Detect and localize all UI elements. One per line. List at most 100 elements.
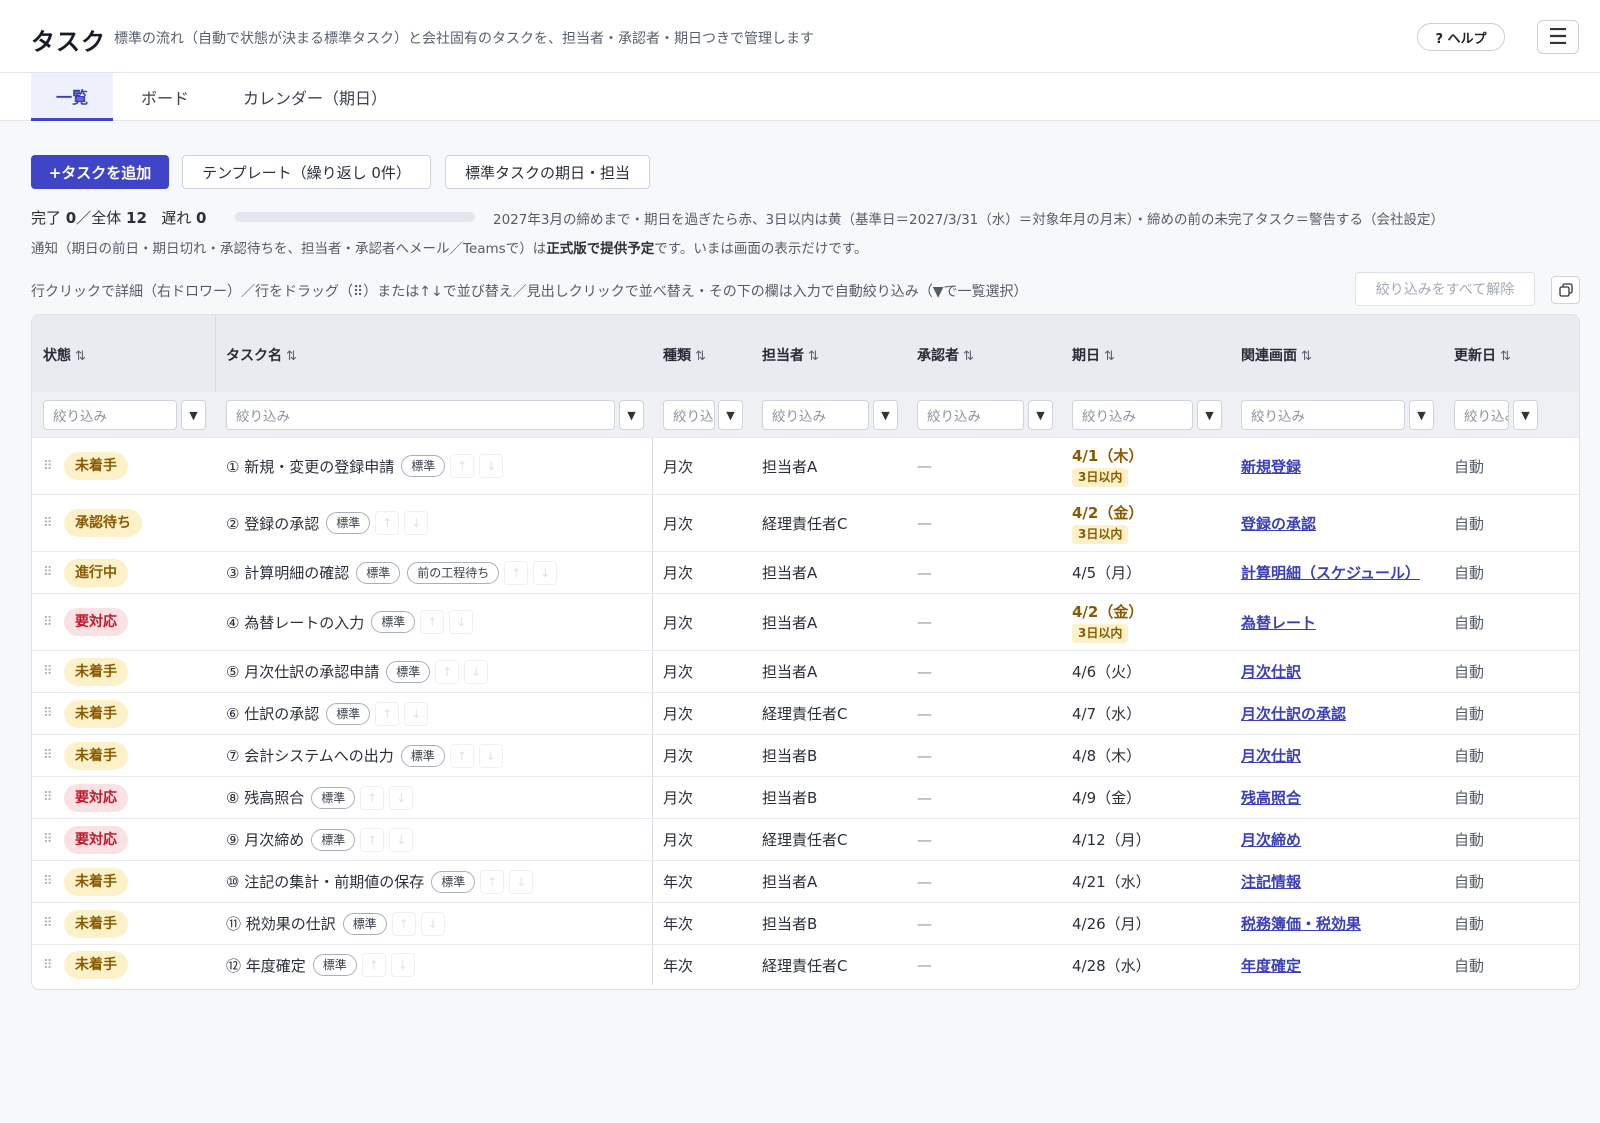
task-name[interactable]: ④ 為替レートの入力 [226,612,364,633]
col-approver-header[interactable]: 承認者 ⇅ [917,345,974,365]
filter-name-dropdown[interactable]: ▼ [619,400,644,430]
col-due-header[interactable]: 期日 ⇅ [1072,345,1115,365]
task-name[interactable]: ⑦ 会計システムへの出力 [226,745,394,766]
filter-assignee-input[interactable]: 絞り込み [762,400,869,430]
table-row[interactable]: ⠿ 未着手 ⑤ 月次仕訳の承認申請 標準 ↑ ↓ 月次 担当者A — 4/6（火） 月次仕訳 自動 [32,650,1579,692]
table-row[interactable]: ⠿ 未着手 ① 新規・変更の登録申請 標準 ↑ ↓ 月次 担当者A — 4/1（木） 3日以内 新規登… [32,437,1579,494]
table-row[interactable]: ⠿ 未着手 ⑪ 税効果の仕訳 標準 ↑ ↓ 年次 担当者B — 4/26（月） 税務簿価・税効果 自動 [32,902,1579,944]
task-name[interactable]: ⑥ 仕訳の承認 [226,703,319,724]
move-down-button[interactable]: ↓ [479,454,504,478]
table-row[interactable]: ⠿ 未着手 ⑩ 注記の集計・前期値の保存 標準 ↑ ↓ 年次 担当者A — 4/21（水） 注記情報… [32,860,1579,902]
tab-list[interactable]: 一覧 [31,73,113,121]
filter-screen-dropdown[interactable]: ▼ [1409,400,1434,430]
clear-filters-button[interactable]: 絞り込みをすべて解除 [1355,272,1535,306]
standard-task-settings-button[interactable]: 標準タスクの期日・担当 [445,155,650,189]
move-down-button[interactable]: ↓ [509,869,534,894]
drag-handle-icon[interactable]: ⠿ [43,819,53,860]
drag-handle-icon[interactable]: ⠿ [43,552,53,593]
move-up-button[interactable]: ↑ [449,743,474,768]
task-name[interactable]: ⑤ 月次仕訳の承認申請 [226,661,379,682]
task-name[interactable]: ⑫ 年度確定 [226,955,306,976]
move-down-button[interactable]: ↓ [404,701,429,726]
move-up-button[interactable]: ↑ [360,827,385,852]
move-down-button[interactable]: ↓ [390,953,415,977]
col-assignee-header[interactable]: 担当者 ⇅ [762,345,819,365]
related-screen-link[interactable]: 残高照合 [1241,777,1301,818]
col-screen-header[interactable]: 関連画面 ⇅ [1241,345,1312,365]
move-up-button[interactable]: ↑ [420,610,445,634]
related-screen-link[interactable]: 月次仕訳の承認 [1241,693,1346,734]
col-name-header[interactable]: タスク名 ⇅ [226,345,297,365]
move-down-button[interactable]: ↓ [404,511,429,535]
table-row[interactable]: ⠿ 未着手 ⑥ 仕訳の承認 標準 ↑ ↓ 月次 経理責任者C — 4/7（水） 月次仕訳の承認 自動 [32,692,1579,734]
template-button[interactable]: テンプレート（繰り返し 0件） [182,155,431,189]
move-down-button[interactable]: ↓ [478,743,503,768]
drag-handle-icon[interactable]: ⠿ [43,693,53,734]
move-down-button[interactable]: ↓ [464,659,489,684]
move-down-button[interactable]: ↓ [389,785,414,810]
table-row[interactable]: ⠿ 要対応 ⑧ 残高照合 標準 ↑ ↓ 月次 担当者B — 4/9（金） 残高照合 自動 [32,776,1579,818]
filter-updated-input[interactable]: 絞り込み [1454,400,1509,430]
related-screen-link[interactable]: 税務簿価・税効果 [1241,903,1361,944]
move-up-button[interactable]: ↑ [375,701,400,726]
table-row[interactable]: ⠿ 要対応 ⑨ 月次締め 標準 ↑ ↓ 月次 経理責任者C — 4/12（月） 月次締め 自動 [32,818,1579,860]
move-up-button[interactable]: ↑ [450,454,475,478]
filter-screen-input[interactable]: 絞り込み [1241,400,1405,430]
move-up-button[interactable]: ↑ [504,560,529,585]
col-updated-header[interactable]: 更新日 ⇅ [1454,345,1511,365]
help-button[interactable]: ? ヘルプ [1417,23,1505,51]
copy-button[interactable] [1551,276,1580,304]
move-up-button[interactable]: ↑ [375,511,400,535]
table-row[interactable]: ⠿ 進行中 ③ 計算明細の確認 標準 前の工程待ち ↑ ↓ 月次 担当者A — 4/5（月） 計算明細… [32,551,1579,593]
related-screen-link[interactable]: 為替レート [1241,594,1316,650]
related-screen-link[interactable]: 月次仕訳 [1241,735,1301,776]
drag-handle-icon[interactable]: ⠿ [43,438,53,494]
move-up-button[interactable]: ↑ [435,659,460,684]
related-screen-link[interactable]: 登録の承認 [1241,495,1316,551]
related-screen-link[interactable]: 月次締め [1241,819,1301,860]
drag-handle-icon[interactable]: ⠿ [43,495,53,551]
filter-status-input[interactable]: 絞り込み [43,400,177,430]
col-status-header[interactable]: 状態 ⇅ [43,345,86,365]
task-name[interactable]: ③ 計算明細の確認 [226,562,349,583]
drag-handle-icon[interactable]: ⠿ [43,903,53,944]
filter-kind-input[interactable]: 絞り込み [663,400,715,430]
move-up-button[interactable]: ↑ [361,953,386,977]
filter-assignee-dropdown[interactable]: ▼ [873,400,898,430]
drag-handle-icon[interactable]: ⠿ [43,861,53,902]
table-row[interactable]: ⠿ 要対応 ④ 為替レートの入力 標準 ↑ ↓ 月次 担当者A — 4/2（金） 3日以内 為替レート… [32,593,1579,650]
move-down-button[interactable]: ↓ [449,610,474,634]
filter-due-dropdown[interactable]: ▼ [1197,400,1222,430]
drag-handle-icon[interactable]: ⠿ [43,945,53,985]
move-down-button[interactable]: ↓ [533,560,558,585]
filter-approver-dropdown[interactable]: ▼ [1028,400,1053,430]
drag-handle-icon[interactable]: ⠿ [43,651,53,692]
col-kind-header[interactable]: 種類 ⇅ [663,345,706,365]
move-up-button[interactable]: ↑ [391,911,416,936]
move-up-button[interactable]: ↑ [480,869,505,894]
tab-board[interactable]: ボード [125,73,205,121]
task-name[interactable]: ⑧ 残高照合 [226,787,304,808]
table-row[interactable]: ⠿ 承認待ち ② 登録の承認 標準 ↑ ↓ 月次 経理責任者C — 4/2（金） 3日以内 登録の承認… [32,494,1579,551]
filter-name-input[interactable]: 絞り込み [226,400,615,430]
filter-approver-input[interactable]: 絞り込み [917,400,1024,430]
filter-updated-dropdown[interactable]: ▼ [1513,400,1538,430]
related-screen-link[interactable]: 計算明細（スケジュール） [1241,552,1420,593]
tab-calendar[interactable]: カレンダー（期日） [230,73,400,121]
drag-handle-icon[interactable]: ⠿ [43,777,53,818]
table-row[interactable]: ⠿ 未着手 ⑦ 会計システムへの出力 標準 ↑ ↓ 月次 担当者B — 4/8（木） 月次仕訳 自動 [32,734,1579,776]
task-name[interactable]: ⑨ 月次締め [226,829,304,850]
table-row[interactable]: ⠿ 未着手 ⑫ 年度確定 標準 ↑ ↓ 年次 経理責任者C — 4/28（水） 年度確定 自動 [32,944,1579,985]
move-down-button[interactable]: ↓ [420,911,445,936]
filter-due-input[interactable]: 絞り込み [1072,400,1193,430]
hamburger-menu-button[interactable]: ☰ [1537,20,1579,54]
related-screen-link[interactable]: 新規登録 [1241,438,1301,494]
add-task-button[interactable]: +タスクを追加 [31,155,169,189]
task-name[interactable]: ② 登録の承認 [226,513,319,534]
move-up-button[interactable]: ↑ [360,785,385,810]
task-name[interactable]: ① 新規・変更の登録申請 [226,456,394,477]
drag-handle-icon[interactable]: ⠿ [43,594,53,650]
filter-kind-dropdown[interactable]: ▼ [718,400,743,430]
task-name[interactable]: ⑪ 税効果の仕訳 [226,913,336,934]
drag-handle-icon[interactable]: ⠿ [43,735,53,776]
